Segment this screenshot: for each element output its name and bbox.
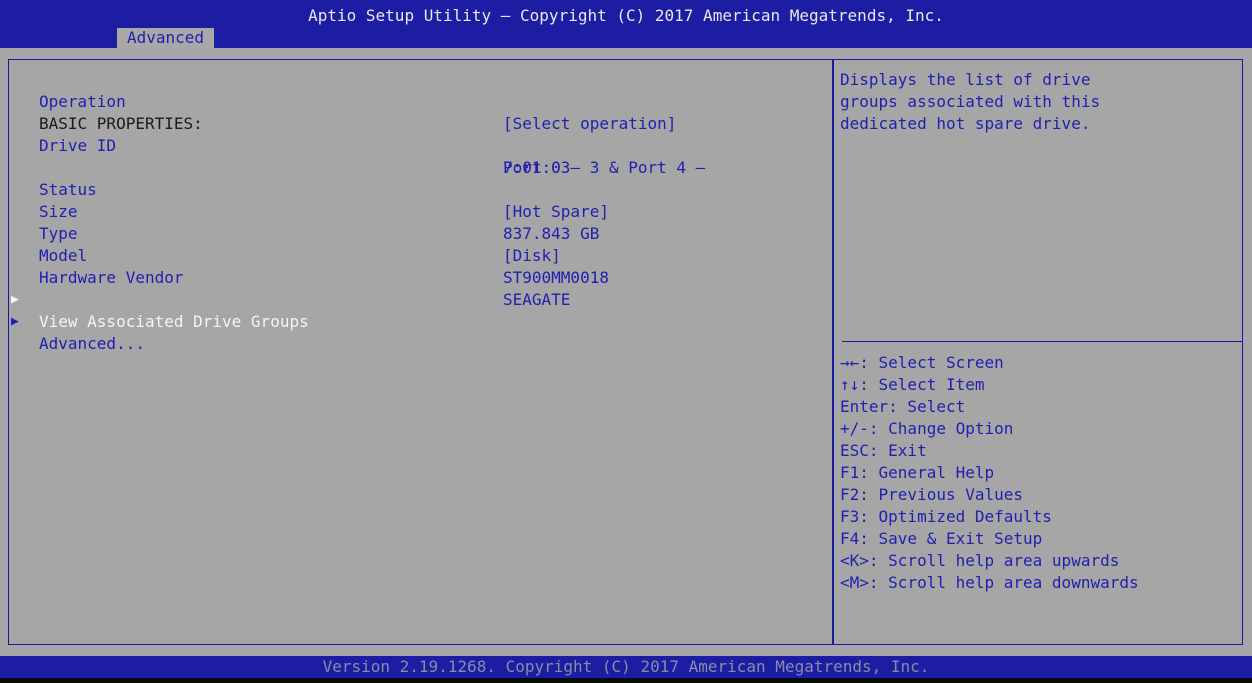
operation-value[interactable]: [Select operation]: [503, 113, 676, 135]
key-hint: F2: Previous Values: [840, 485, 1024, 504]
key-hint: Enter: Select: [840, 397, 966, 416]
tab-advanced[interactable]: Advanced: [117, 28, 215, 48]
view-drive-groups-label: View Associated Drive Groups: [39, 312, 309, 331]
key-hint: <M>: Scroll help area downwards: [840, 573, 1139, 592]
key-hint: +/-: Change Option: [840, 419, 1014, 438]
help-pane: Displays the list of drive groups associ…: [833, 59, 1243, 645]
advanced-item[interactable]: ▶ Advanced...: [9, 289, 145, 353]
status-row[interactable]: Status [Hot Spare]: [9, 157, 609, 221]
help-divider: [842, 341, 1242, 342]
drive-id-row: Drive ID Port 0 – 3 & Port 4 –: [9, 113, 705, 177]
help-text-line: dedicated hot spare drive.: [840, 114, 1091, 133]
submenu-arrow-icon: ▶: [11, 314, 19, 329]
version-footer: Version 2.19.1268. Copyright (C) 2017 Am…: [0, 656, 1252, 678]
model-value: ST900MM0018: [503, 268, 609, 287]
vendor-value: SEAGATE: [503, 290, 571, 309]
size-value: 837.843 GB: [503, 224, 600, 243]
key-hint: ↑↓: Select Item: [840, 375, 985, 394]
drive-id-row-cont: 7:01:03: [9, 135, 570, 177]
help-text-line: groups associated with this: [840, 92, 1101, 111]
title-bar: Aptio Setup Utility – Copyright (C) 2017…: [0, 0, 1252, 48]
key-hint: F4: Save & Exit Setup: [840, 529, 1043, 548]
key-hint: F3: Optimized Defaults: [840, 507, 1052, 526]
vendor-row: Hardware Vendor SEAGATE: [9, 245, 570, 309]
basic-properties-heading: BASIC PROPERTIES:: [9, 91, 203, 133]
size-row: Size 837.843 GB: [9, 179, 599, 243]
type-row[interactable]: Type [Disk]: [9, 201, 561, 265]
app-title: Aptio Setup Utility – Copyright (C) 2017…: [308, 6, 944, 25]
help-text-line: Displays the list of drive: [840, 70, 1091, 89]
settings-pane: Operation [Select operation] BASIC PROPE…: [8, 59, 833, 645]
advanced-label: Advanced...: [39, 334, 145, 353]
setup-screen: Operation [Select operation] BASIC PROPE…: [0, 48, 1252, 656]
key-hint: →←: Select Screen: [840, 353, 1004, 372]
view-drive-groups-item[interactable]: ▶ View Associated Drive Groups: [9, 267, 309, 331]
model-row: Model ST900MM0018: [9, 223, 609, 287]
key-hint: F1: General Help: [840, 463, 995, 482]
key-hint: ESC: Exit: [840, 441, 927, 460]
status-value[interactable]: [Hot Spare]: [503, 201, 609, 223]
operation-row[interactable]: Operation [Select operation]: [9, 69, 676, 133]
key-hint: <K>: Scroll help area upwards: [840, 551, 1120, 570]
bottom-edge: [0, 678, 1252, 683]
type-value[interactable]: [Disk]: [503, 245, 561, 267]
drive-id-value-cont: 7:01:03: [503, 158, 571, 177]
